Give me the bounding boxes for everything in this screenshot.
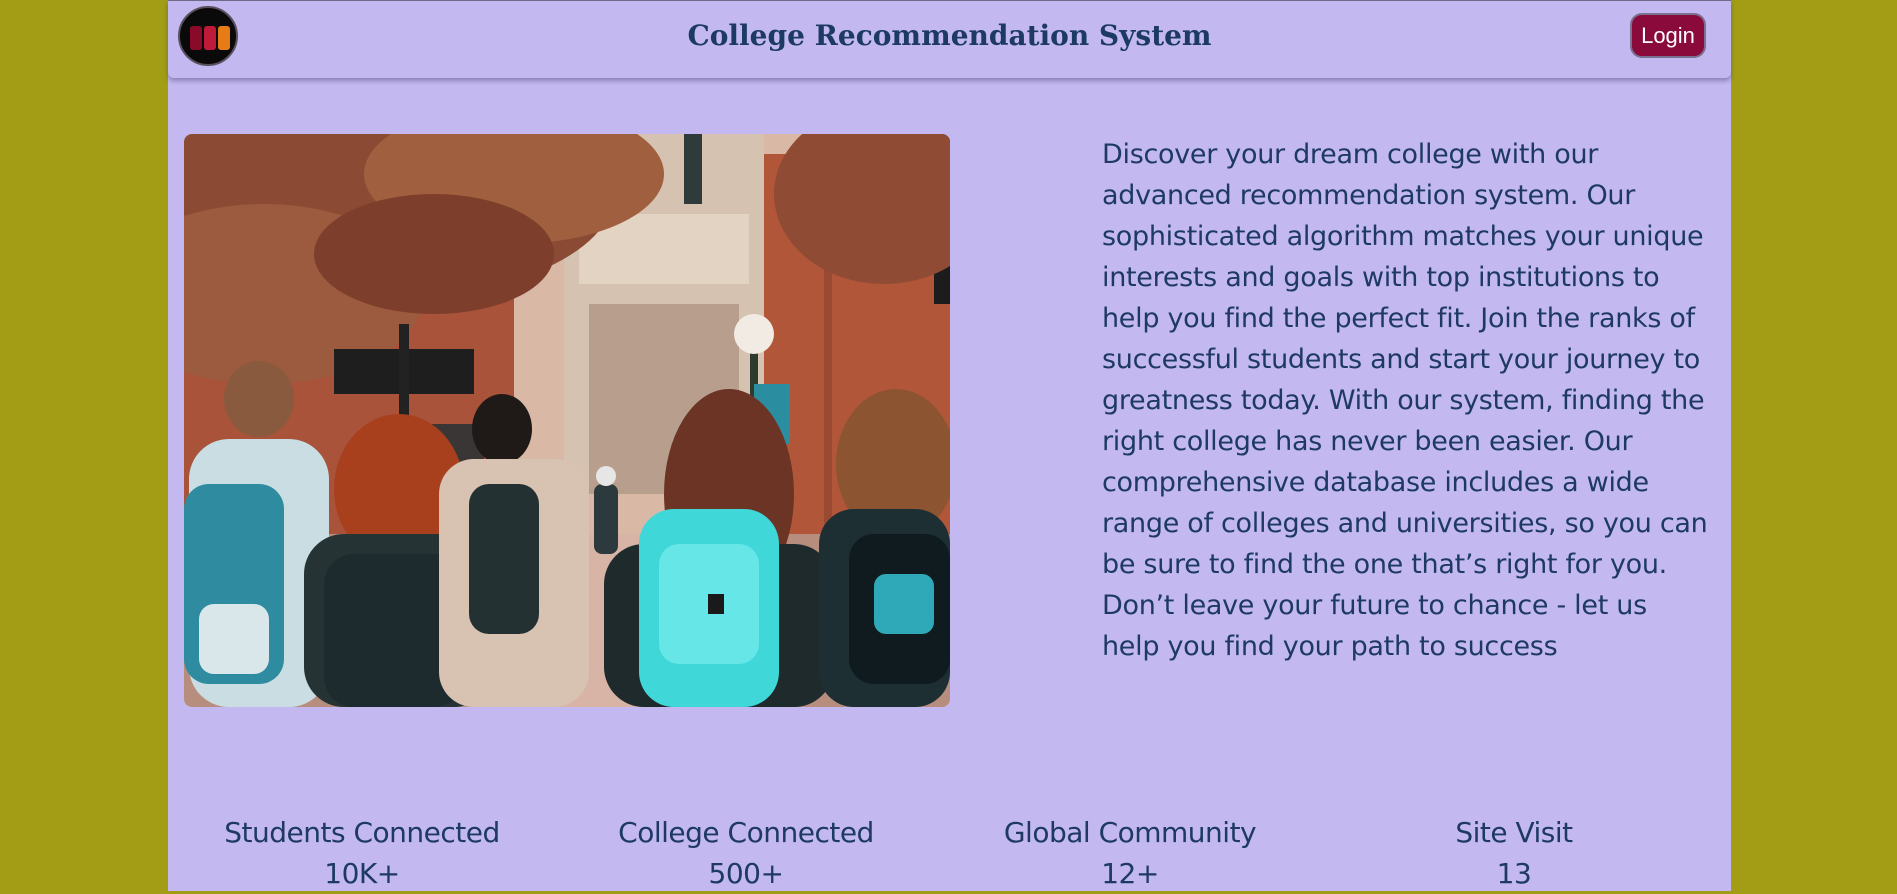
login-button[interactable]: Login (1630, 13, 1706, 58)
site-title: College Recommendation System (687, 19, 1212, 52)
stat-value: 500+ (708, 857, 784, 890)
stat-global-community: Global Community 12+ (940, 812, 1320, 894)
stat-label: Global Community (1003, 816, 1257, 849)
navbar: College Recommendation System Login (168, 0, 1731, 78)
stat-value: 13 (1496, 857, 1532, 890)
stat-label: College Connected (618, 816, 874, 849)
stat-label: Site Visit (1455, 816, 1573, 849)
page-container: College Recommendation System Login Disc… (168, 0, 1731, 891)
stat-value: 12+ (1101, 857, 1159, 890)
stat-students-connected: Students Connected 10K+ (172, 812, 552, 894)
stat-college-connected: College Connected 500+ (556, 812, 936, 894)
hero-image (184, 134, 950, 707)
stat-label: Students Connected (224, 816, 500, 849)
stat-site-visit: Site Visit 13 (1324, 812, 1704, 894)
stat-value: 10K+ (324, 857, 400, 890)
hero-description: Discover your dream college with our adv… (1102, 139, 1708, 662)
stats-row: Students Connected 10K+ College Connecte… (168, 812, 1731, 891)
